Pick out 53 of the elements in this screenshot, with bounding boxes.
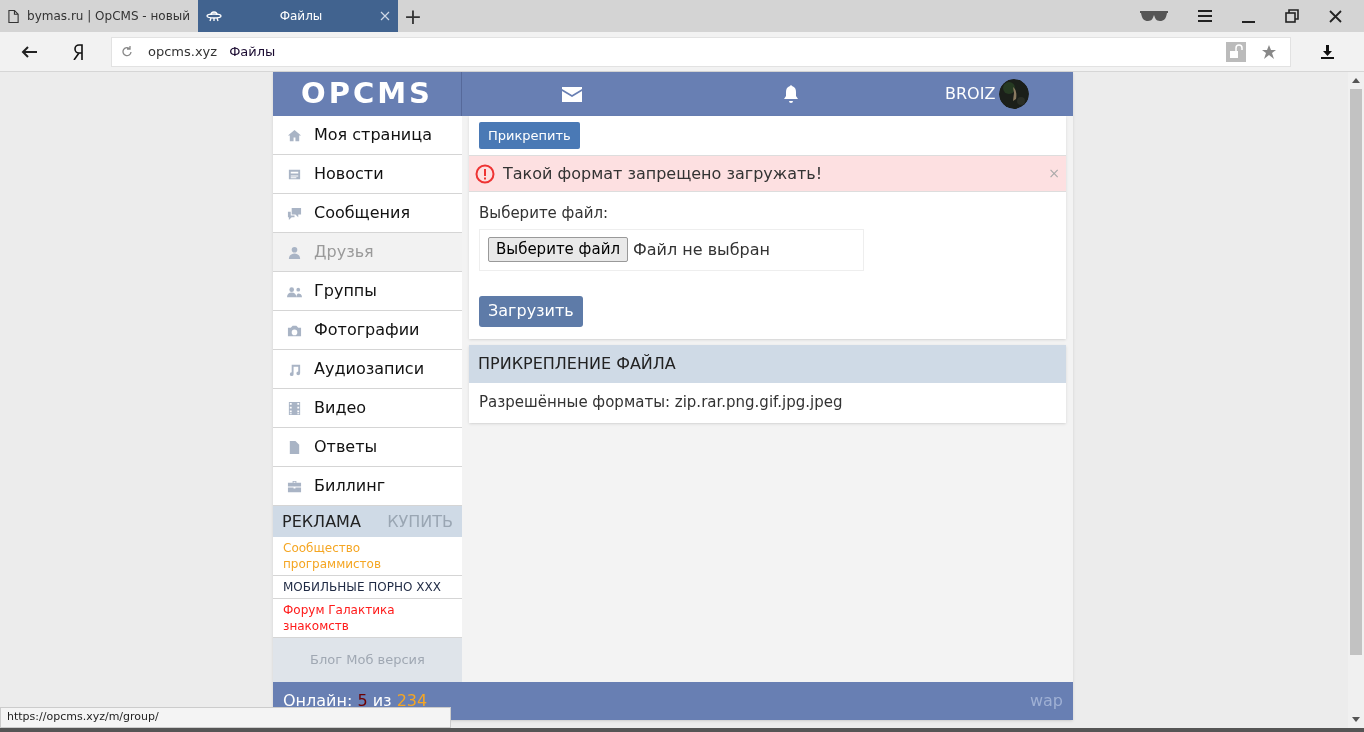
attach-button[interactable]: Прикрепить (479, 122, 580, 149)
star-icon[interactable] (1262, 44, 1276, 59)
bell-icon[interactable] (782, 85, 800, 103)
url-domain: opcms.xyz (148, 42, 218, 61)
case-icon (287, 478, 302, 494)
alert-message: Такой формат запрещено загружать! (503, 162, 823, 185)
choose-file-button[interactable]: Выберите файл (488, 237, 628, 262)
glasses-icon[interactable] (1140, 10, 1168, 22)
file-icon (287, 439, 302, 455)
scroll-down-icon[interactable] (1352, 717, 1360, 722)
site-logo[interactable]: OPCMS (301, 72, 433, 116)
download-icon[interactable] (1321, 44, 1334, 59)
allowed-formats: Разрешённые форматы: zip.rar.png.gif.jpg.jpeg (478, 392, 844, 414)
reload-icon[interactable] (122, 46, 132, 57)
file-status: Файл не выбран (633, 238, 770, 261)
scroll-thumb[interactable] (1350, 89, 1362, 655)
file-input[interactable]: Выберите файл Файл не выбран (479, 228, 864, 271)
scroll-up-icon[interactable] (1352, 78, 1360, 83)
sidebar-item[interactable]: Моя страница (273, 116, 462, 155)
field-label: Выберите файл: (479, 203, 610, 224)
chat-icon (287, 205, 302, 221)
section-header: ПРИКРЕПЛЕНИЕ ФАЙЛА (469, 344, 1066, 383)
address-bar[interactable]: opcms.xyz Файлы (111, 36, 1291, 67)
sidebar-item[interactable]: Сообщения (273, 194, 462, 233)
new-tab-button[interactable]: + (398, 0, 428, 32)
ads-heading: РЕКЛАМА (282, 510, 361, 533)
sidebar-item[interactable]: Видео (273, 389, 462, 428)
close-icon[interactable] (1329, 9, 1342, 23)
scrollbar[interactable] (1348, 72, 1364, 728)
mail-icon[interactable] (562, 86, 582, 102)
ufo-icon (206, 9, 222, 23)
restore-icon[interactable] (1285, 9, 1299, 23)
sidebar-item[interactable]: Группы (273, 272, 462, 311)
tab-title: Файлы (278, 8, 324, 25)
warning-icon (475, 163, 495, 184)
sidebar-item[interactable]: Фотографии (273, 311, 462, 350)
back-icon[interactable] (21, 45, 37, 58)
home-icon (287, 127, 302, 143)
sidebar-item[interactable]: Аудиозаписи (273, 350, 462, 389)
page-title: Файлы (229, 42, 276, 61)
sidebar-item[interactable]: Новости (273, 155, 462, 194)
browser-tab[interactable]: Файлы (198, 0, 398, 32)
page-icon (8, 8, 20, 24)
menu-icon[interactable] (1198, 10, 1212, 22)
upload-button[interactable]: Загрузить (479, 295, 583, 327)
sidebar-item[interactable]: Биллинг (273, 467, 462, 506)
yandex-logo-icon[interactable] (73, 43, 85, 60)
status-url: https://opcms.xyz/m/group/ (0, 707, 451, 728)
sidebar-item[interactable]: Ответы (273, 428, 462, 467)
film-icon (287, 400, 302, 416)
username[interactable]: BROIZ (945, 82, 996, 106)
tab-title: bymas.ru | OpCMS - новый (27, 8, 190, 25)
user-icon (287, 244, 302, 260)
